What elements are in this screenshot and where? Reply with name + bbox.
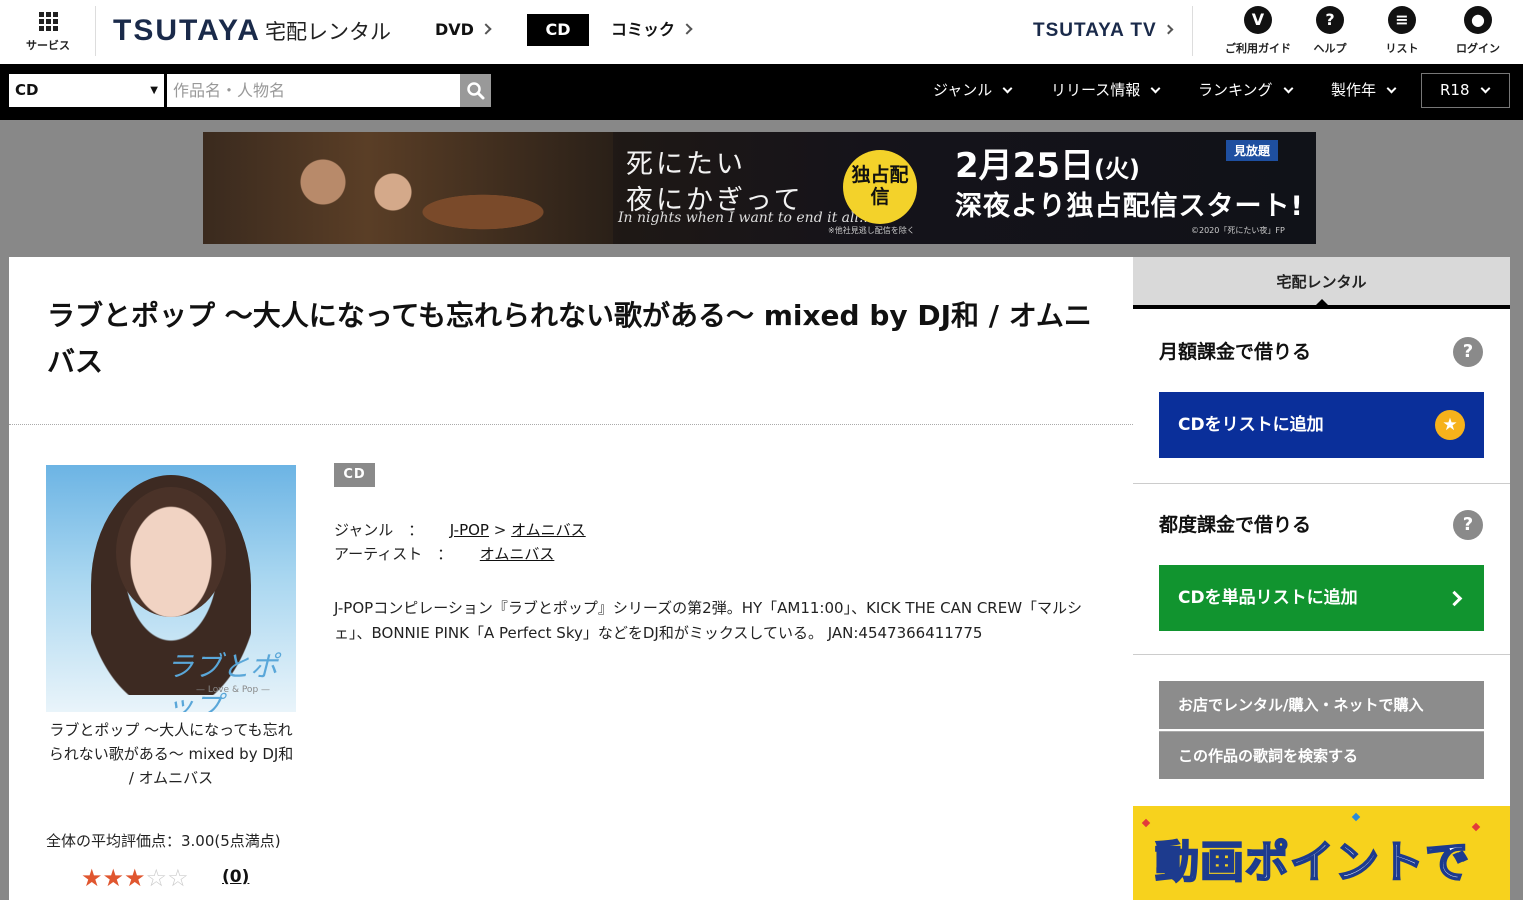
- nav-release[interactable]: リリース情報: [1051, 74, 1161, 107]
- v-shield-icon: V: [1244, 6, 1272, 34]
- chevron-right-icon: [681, 23, 693, 35]
- tab-indicator: [1315, 299, 1329, 306]
- nav-ranking[interactable]: ランキング: [1198, 74, 1294, 107]
- jacket-logo: ラブとポップ: [166, 650, 279, 712]
- star-filled-icon: ★: [124, 864, 146, 892]
- logo-subtitle: 宅配レンタル: [265, 20, 391, 44]
- product-description: J-POPコンピレーション『ラブとポップ』シリーズの第2弾。HY「AM11:00…: [334, 599, 1083, 642]
- search-icon: [467, 82, 485, 100]
- ad-decoration: [1141, 818, 1151, 828]
- nav-dvd[interactable]: DVD: [417, 14, 508, 46]
- product-detail: ラブとポップ ～大人になっても忘れられない歌がある～ mixed by DJ和 …: [9, 257, 1133, 900]
- caret-down-icon: ▼: [150, 85, 158, 96]
- video-point-ad[interactable]: 動画ポイントで: [1133, 806, 1510, 900]
- chevron-down-icon: [1386, 83, 1397, 94]
- guide-link[interactable]: V ご利用ガイド: [1220, 6, 1296, 56]
- banner-desc: 深夜より独占配信スタート!: [955, 191, 1304, 222]
- banner-note: ※他社見逃し配信を除く: [828, 226, 915, 235]
- store-purchase-button[interactable]: お店でレンタル/購入・ネットで購入: [1159, 681, 1484, 729]
- list-icon: ≡: [1388, 6, 1416, 34]
- promo-banner[interactable]: 死にたい 夜にかぎって In nights when I want to end…: [203, 132, 1316, 244]
- page-title: ラブとポップ ～大人になっても忘れられない歌がある～ mixed by DJ和 …: [47, 299, 1092, 378]
- search-input[interactable]: [167, 74, 460, 107]
- genre-link-omnibus[interactable]: オムニバス: [511, 521, 586, 539]
- services-menu[interactable]: サービス: [14, 8, 82, 53]
- rental-sidebar: 宅配レンタル 月額課金で借りる ? CDをリストに追加 ★ 都度課金で借りる ?…: [1133, 257, 1510, 900]
- r18-filter[interactable]: R18: [1421, 73, 1510, 108]
- banner-date: 2月25日(火): [955, 146, 1140, 186]
- divider: [1192, 6, 1193, 56]
- chevron-right-icon: [1446, 590, 1463, 607]
- search-button[interactable]: [460, 74, 491, 107]
- login-link[interactable]: ● ログイン: [1440, 6, 1516, 56]
- genre-row: ジャンル ： J-POP > オムニバス: [334, 521, 586, 539]
- jacket-caption: ラブとポップ ～大人になっても忘れられない歌がある～ mixed by DJ和 …: [48, 721, 294, 787]
- chevron-down-icon: [1150, 83, 1161, 94]
- add-to-list-button[interactable]: CDをリストに追加 ★: [1159, 392, 1484, 458]
- divider: [1133, 654, 1510, 655]
- exclusive-badge: 独占配信: [843, 150, 917, 224]
- chevron-down-icon: [1002, 83, 1013, 94]
- help-icon[interactable]: ?: [1453, 510, 1483, 540]
- artist-row: アーティスト ： オムニバス: [334, 545, 555, 563]
- tsutaya-logo[interactable]: TSUTAYA: [113, 14, 261, 48]
- ad-decoration: [1351, 812, 1361, 822]
- chevron-right-icon: [480, 23, 492, 35]
- ad-decoration: [1471, 822, 1481, 832]
- divider: [1133, 483, 1510, 484]
- review-count-link[interactable]: (0): [222, 867, 249, 887]
- per-rental-heading: 都度課金で借りる: [1159, 514, 1312, 536]
- banner-title-1: 死にたい: [626, 149, 746, 180]
- help-icon[interactable]: ?: [1453, 337, 1483, 367]
- banner-copyright: ©2020「死にたい夜」FP: [1191, 226, 1285, 235]
- tsutaya-tv-link[interactable]: TSUTAYA TV: [1033, 20, 1174, 42]
- nav-cd[interactable]: CD: [527, 14, 589, 46]
- nav-comic[interactable]: コミック: [593, 14, 709, 46]
- user-icon: ●: [1464, 6, 1492, 34]
- jacket-art: [116, 487, 226, 617]
- search-bar: CD ▼ ジャンル リリース情報 ランキング 製作年 R18: [0, 64, 1523, 120]
- grid-icon: [38, 12, 58, 31]
- banner-photo: [203, 132, 613, 244]
- chevron-down-icon: [1283, 83, 1294, 94]
- format-tag: CD: [334, 463, 375, 487]
- genre-link-jpop[interactable]: J-POP: [450, 521, 489, 539]
- chevron-right-icon: [1163, 24, 1174, 35]
- add-to-single-list-button[interactable]: CDを単品リストに追加: [1159, 565, 1484, 631]
- site-header: サービス TSUTAYA 宅配レンタル DVD CD コミック TSUTAYA …: [0, 0, 1523, 64]
- jacket-sub: — Love & Pop —: [196, 685, 271, 695]
- jacket-image[interactable]: ラブとポップ — Love & Pop —: [46, 465, 296, 712]
- star-icon: ★: [1435, 410, 1465, 440]
- services-label: サービス: [26, 39, 70, 52]
- star-empty-icon: ☆: [167, 864, 189, 892]
- help-link[interactable]: ? ヘルプ: [1292, 6, 1368, 56]
- chevron-down-icon: [1480, 83, 1490, 94]
- banner-script: In nights when I want to end it all...: [618, 210, 873, 226]
- rating-label: 全体の平均評価点：3.00(5点満点): [46, 832, 281, 850]
- rating-stars: ★★★☆☆: [81, 864, 189, 892]
- nav-genre[interactable]: ジャンル: [933, 74, 1013, 107]
- artist-link[interactable]: オムニバス: [480, 545, 555, 563]
- star-filled-icon: ★: [81, 864, 103, 892]
- lyrics-search-button[interactable]: この作品の歌詞を検索する: [1159, 731, 1484, 779]
- help-icon: ?: [1316, 6, 1344, 34]
- unlimited-badge: 見放題: [1226, 140, 1279, 161]
- nav-year[interactable]: 製作年: [1331, 74, 1397, 107]
- star-filled-icon: ★: [102, 864, 125, 892]
- monthly-heading: 月額課金で借りる: [1159, 341, 1312, 363]
- ad-text: 動画ポイントで: [1154, 836, 1470, 889]
- list-link[interactable]: ≡ リスト: [1364, 6, 1440, 56]
- category-select[interactable]: CD ▼: [9, 74, 164, 107]
- divider: [95, 6, 96, 56]
- divider: [9, 424, 1133, 425]
- star-empty-icon: ☆: [145, 864, 168, 892]
